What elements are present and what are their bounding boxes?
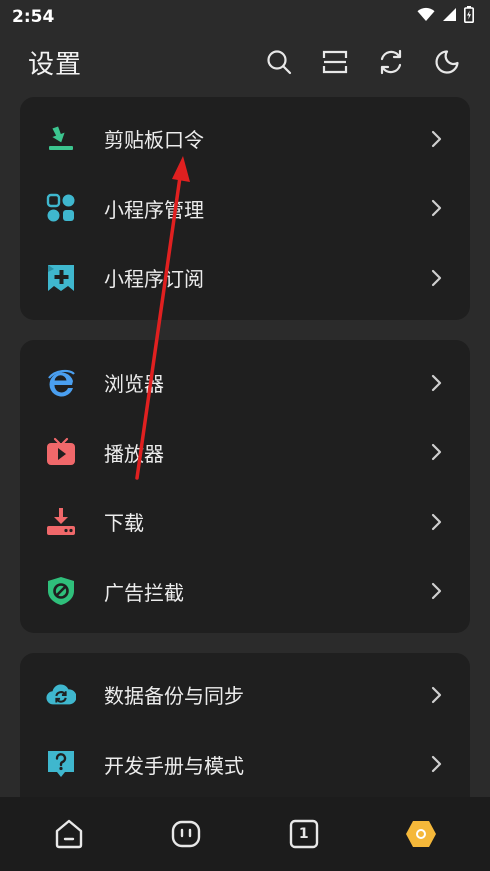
bottom-nav: 1 xyxy=(0,797,490,871)
signal-icon xyxy=(442,7,457,27)
setting-item-dev-manual[interactable]: 开发手册与模式 xyxy=(20,730,470,800)
chevron-right-icon xyxy=(430,755,444,773)
profile-hex-icon[interactable] xyxy=(390,809,452,859)
bookmark-add-icon xyxy=(46,263,76,293)
setting-item-label: 下载 xyxy=(104,511,144,536)
setting-item-label: 播放器 xyxy=(104,441,164,466)
browser-e-icon xyxy=(46,368,76,398)
chevron-right-icon xyxy=(430,374,444,392)
setting-item-label: 开发手册与模式 xyxy=(104,753,244,778)
tab-count: 1 xyxy=(298,826,309,842)
chevron-right-icon xyxy=(430,582,444,600)
setting-item-miniapp-management[interactable]: 小程序管理 xyxy=(20,174,470,244)
ad-block-shield-icon xyxy=(46,576,76,606)
chevron-right-icon xyxy=(430,269,444,287)
chevron-right-icon xyxy=(430,513,444,531)
setting-item-ad-block[interactable]: 广告拦截 xyxy=(20,557,470,627)
chevron-right-icon xyxy=(430,443,444,461)
help-chat-icon xyxy=(46,749,76,779)
status-time: 2:54 xyxy=(12,7,55,27)
scan-icon[interactable] xyxy=(320,47,350,77)
tab-count-icon[interactable]: 1 xyxy=(273,809,335,859)
setting-item-label: 剪贴板口令 xyxy=(104,128,204,153)
status-bar: 2:54 xyxy=(0,0,490,34)
download-icon xyxy=(46,507,76,537)
status-icons xyxy=(417,6,474,28)
home-icon[interactable] xyxy=(38,809,100,859)
setting-item-label: 数据备份与同步 xyxy=(104,684,244,709)
search-icon[interactable] xyxy=(264,47,294,77)
chevron-right-icon xyxy=(430,199,444,217)
bot-icon[interactable] xyxy=(155,809,217,859)
setting-item-miniapp-subscription[interactable]: 小程序订阅 xyxy=(20,243,470,313)
clipboard-download-icon xyxy=(46,124,76,154)
cloud-sync-icon xyxy=(46,680,76,710)
page-title: 设置 xyxy=(28,49,83,80)
night-mode-icon[interactable] xyxy=(432,47,462,77)
setting-item-clipboard-command[interactable]: 剪贴板口令 xyxy=(20,104,470,174)
wifi-icon xyxy=(417,7,435,27)
sync-icon[interactable] xyxy=(376,47,406,77)
setting-item-download[interactable]: 下载 xyxy=(20,487,470,557)
settings-group-2: 浏览器 播放器 下载 广告拦截 xyxy=(20,340,470,633)
settings-group-1: 剪贴板口令 小程序管理 小程序订阅 xyxy=(20,97,470,320)
setting-item-backup-sync[interactable]: 数据备份与同步 xyxy=(20,660,470,730)
setting-item-label: 小程序管理 xyxy=(104,197,204,222)
setting-item-label: 广告拦截 xyxy=(104,580,184,605)
chevron-right-icon xyxy=(430,130,444,148)
apps-grid-icon xyxy=(46,193,76,223)
page-header: 设置 xyxy=(0,34,490,90)
tv-play-icon xyxy=(46,437,76,467)
setting-item-label: 小程序订阅 xyxy=(104,267,204,292)
battery-icon xyxy=(464,6,474,28)
header-actions xyxy=(264,47,462,77)
setting-item-browser[interactable]: 浏览器 xyxy=(20,348,470,418)
setting-item-player[interactable]: 播放器 xyxy=(20,418,470,488)
chevron-right-icon xyxy=(430,686,444,704)
setting-item-label: 浏览器 xyxy=(104,372,164,397)
